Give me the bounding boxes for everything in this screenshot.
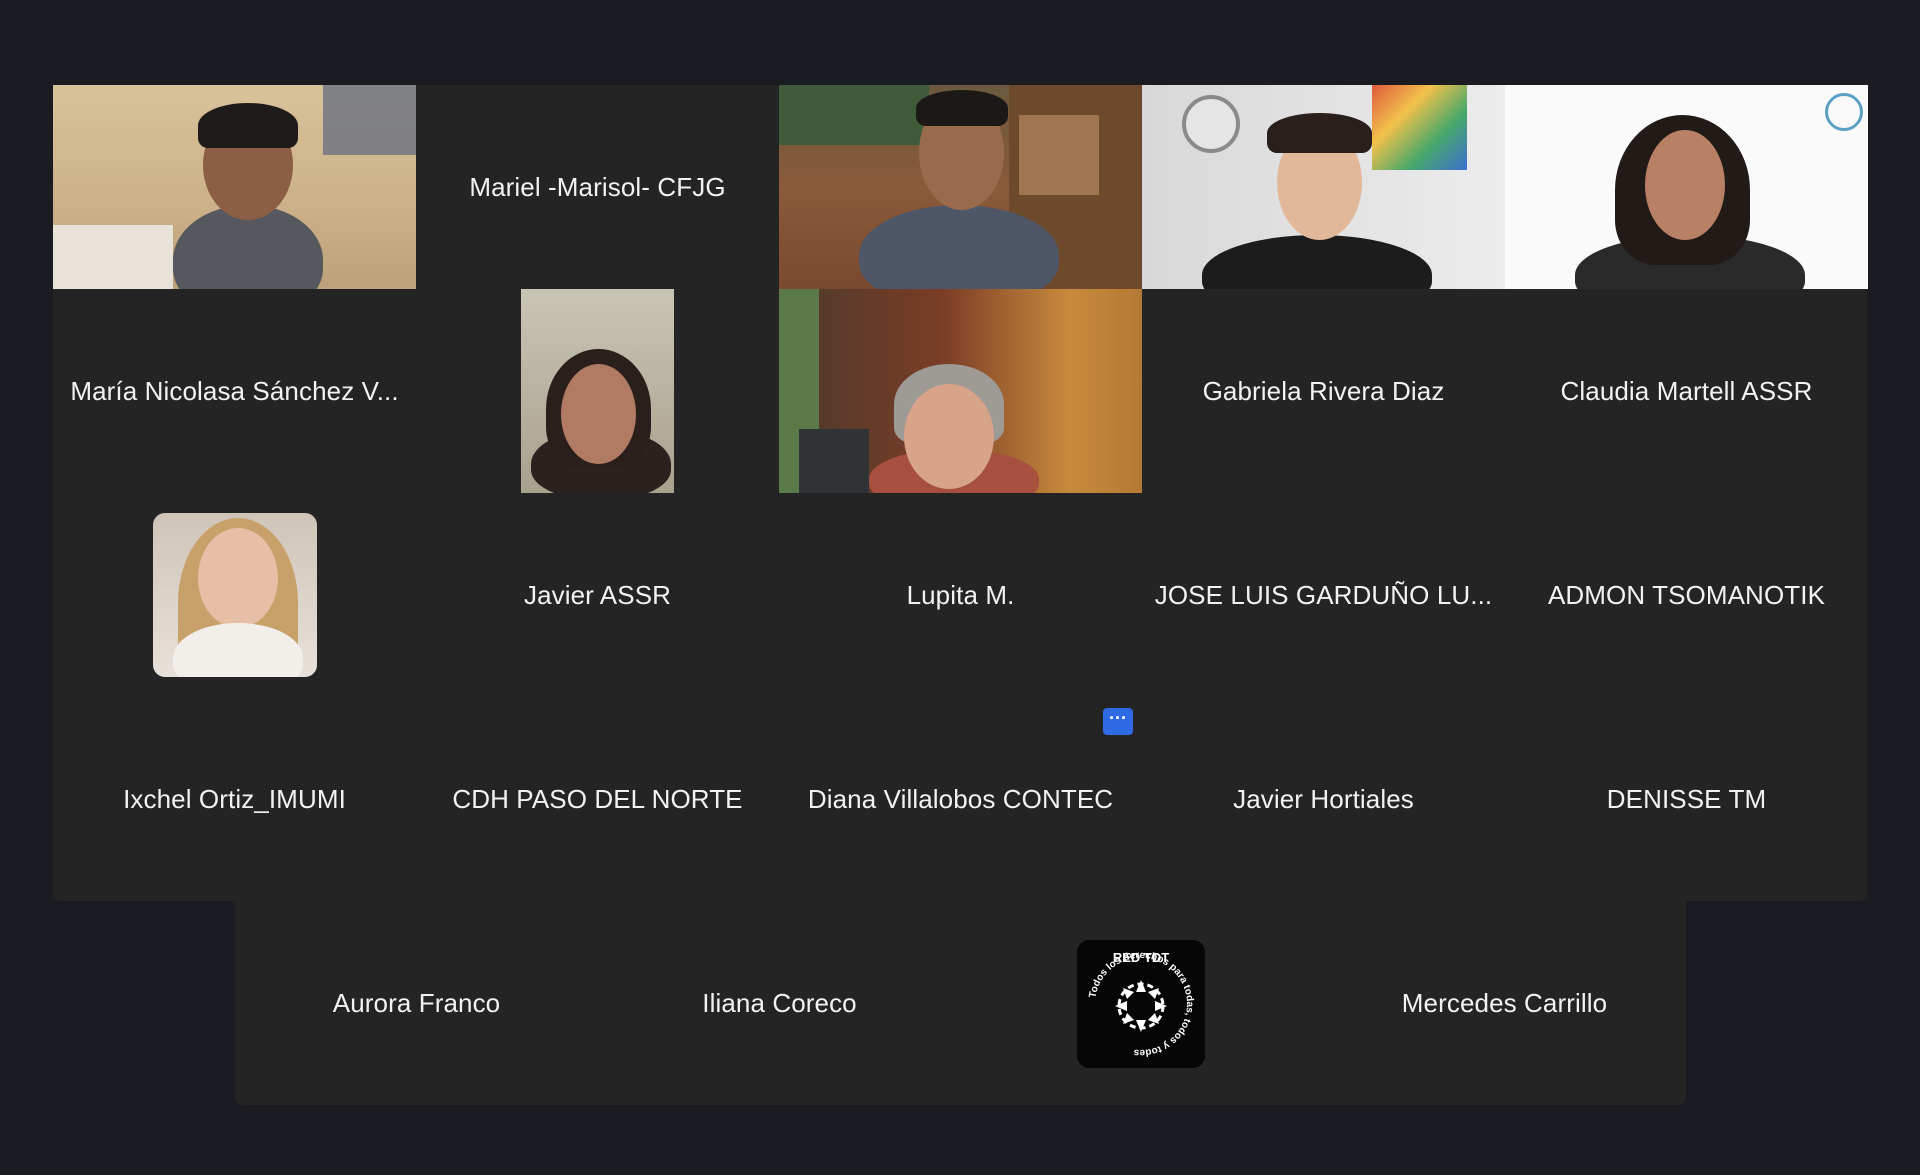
participant-name: Claudia Martell ASSR <box>1560 375 1813 406</box>
video-feed <box>779 85 1142 289</box>
participant-tile-20[interactable]: DENISSE TM <box>1505 697 1868 901</box>
participant-tile-11[interactable] <box>53 493 416 697</box>
participant-tile-2[interactable]: Mariel -Marisol- CFJG <box>416 85 779 289</box>
meeting-gallery-view: Mariel -Marisol- CFJG María Nicolasa Sán… <box>0 0 1920 1175</box>
participant-video-1[interactable] <box>53 85 416 289</box>
participant-name: María Nicolasa Sánchez V... <box>70 375 399 406</box>
participant-name: Ixchel Ortiz_IMUMI <box>123 783 346 814</box>
participant-tile-9[interactable]: Gabriela Rivera Diaz <box>1142 289 1505 493</box>
participant-tile-7[interactable] <box>416 289 779 493</box>
participant-name: CDH PASO DEL NORTE <box>452 783 743 814</box>
participant-tile-24[interactable]: Mercedes Carrillo <box>1323 901 1686 1105</box>
video-feed <box>53 85 416 289</box>
video-feed <box>1142 85 1505 289</box>
participant-video-8[interactable] <box>779 289 1142 493</box>
participant-tile-21[interactable]: Aurora Franco <box>235 901 598 1105</box>
participant-name: Mariel -Marisol- CFJG <box>469 171 726 202</box>
participant-video-5[interactable] <box>1505 85 1868 289</box>
logo-title: RED TDT <box>1113 950 1169 965</box>
participant-video-thumbnail <box>521 289 674 493</box>
participant-name: ADMON TSOMANOTIK <box>1547 579 1826 610</box>
participant-name: Javier Hortiales <box>1233 783 1414 814</box>
participant-name: DENISSE TM <box>1606 783 1767 814</box>
participant-name: Javier ASSR <box>523 579 672 610</box>
participant-tile-18[interactable]: Diana Villalobos CONTEC <box>779 697 1142 901</box>
participant-more-options-button[interactable]: ··· <box>1103 708 1133 735</box>
participant-video-active-speaker[interactable] <box>779 85 1142 289</box>
red-tdt-logo-icon: Todos los derechos para todas, todos y t… <box>1087 950 1195 1058</box>
participant-tile-12[interactable]: Javier ASSR <box>416 493 779 697</box>
participant-tile-14[interactable]: JOSE LUIS GARDUÑO LU... <box>1142 493 1505 697</box>
participant-tile-15[interactable]: ADMON TSOMANOTIK <box>1505 493 1868 697</box>
video-feed <box>1505 85 1868 289</box>
participant-tile-10[interactable]: Claudia Martell ASSR <box>1505 289 1868 493</box>
participant-name: Iliana Coreco <box>702 987 857 1018</box>
participant-name: Gabriela Rivera Diaz <box>1202 375 1445 406</box>
participant-name: Aurora Franco <box>332 987 501 1018</box>
participant-video-4[interactable] <box>1142 85 1505 289</box>
participant-tile-6[interactable]: María Nicolasa Sánchez V... <box>53 289 416 493</box>
participant-name: JOSE LUIS GARDUÑO LU... <box>1154 579 1493 610</box>
participant-name: Diana Villalobos CONTEC <box>807 783 1114 814</box>
video-feed <box>779 289 1142 493</box>
participant-tile-19[interactable]: Javier Hortiales <box>1142 697 1505 901</box>
participant-avatar-photo <box>153 513 317 677</box>
participant-tile-16[interactable]: Ixchel Ortiz_IMUMI <box>53 697 416 901</box>
participant-avatar-red-tdt-logo[interactable]: Todos los derechos para todas, todos y t… <box>1077 940 1205 1068</box>
participant-tile-22[interactable]: Iliana Coreco <box>598 901 961 1105</box>
participant-name: Lupita M. <box>906 579 1015 610</box>
participant-tile-17[interactable]: CDH PASO DEL NORTE <box>416 697 779 901</box>
participant-tile-13[interactable]: Lupita M. <box>779 493 1142 697</box>
participant-name: Mercedes Carrillo <box>1401 987 1608 1018</box>
